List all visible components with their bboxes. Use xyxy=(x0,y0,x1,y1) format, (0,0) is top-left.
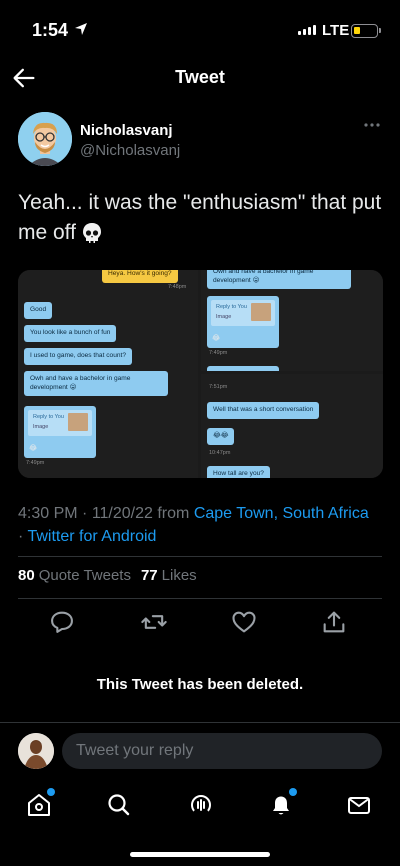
reply-title: Reply to You xyxy=(216,304,247,310)
chat-screenshot-right-bottom: 7:51pm Well that was a short conversatio… xyxy=(201,374,383,478)
network-label: LTE xyxy=(322,22,350,39)
reply-input[interactable] xyxy=(62,733,382,769)
my-avatar[interactable] xyxy=(18,733,54,769)
tweet-time: 4:30 PM xyxy=(18,505,78,522)
share-icon[interactable] xyxy=(320,608,348,636)
tweet-location-link[interactable]: Cape Town, South Africa xyxy=(194,505,369,522)
chat-reply-bubble: Reply to You Image 😂 xyxy=(24,406,96,458)
tab-search[interactable] xyxy=(104,790,134,820)
tweet-text: Yeah... it was the "enthusiasm" that put… xyxy=(18,188,384,248)
status-time: 1:54 xyxy=(32,20,69,40)
retweet-icon[interactable] xyxy=(140,608,168,636)
skull-icon xyxy=(82,223,101,244)
chat-screenshot-right-top: Owh and have a bachelor in game developm… xyxy=(201,270,383,371)
tweet-client-link[interactable]: Twitter for Android xyxy=(27,528,156,545)
chat-time: 7:48pm xyxy=(168,284,187,290)
chat-bubble: Owh and have a bachelor in game developm… xyxy=(24,371,168,396)
tab-messages[interactable] xyxy=(344,790,374,820)
tweet-stats: 80 Quote Tweets 77 Likes xyxy=(18,567,197,584)
reply-composer xyxy=(0,722,400,780)
reply-thumbnail xyxy=(68,413,88,431)
chat-emoji: 😂 xyxy=(212,335,221,342)
reply-thumbnail xyxy=(251,303,271,321)
divider xyxy=(18,556,382,557)
chat-bubble: How tall are you? xyxy=(207,466,270,478)
chat-emoji: 😂 xyxy=(29,445,38,452)
deleted-notice: This Tweet has been deleted. xyxy=(96,676,304,693)
author-name[interactable]: Nicholasvanj xyxy=(80,122,173,139)
tab-notifications[interactable] xyxy=(266,788,297,820)
tab-spaces[interactable] xyxy=(186,790,216,820)
tweet-meta: 4:30 PM · 11/20/22 from Cape Town, South… xyxy=(18,505,369,545)
quote-tweets-label: Quote Tweets xyxy=(38,567,131,584)
chat-bubble: 😂😂 xyxy=(207,428,235,445)
chat-time: 7:49pm xyxy=(26,460,45,466)
tweet-media[interactable]: Heya. How's it going? 7:48pm Good You lo… xyxy=(18,270,383,478)
chat-reply-bubble: Reply to You Image 😂 xyxy=(207,296,279,348)
notification-dot xyxy=(47,788,55,796)
page-title: Tweet xyxy=(175,67,225,87)
my-avatar-photo xyxy=(18,733,54,769)
chat-screenshot-left: Heya. How's it going? 7:48pm Good You lo… xyxy=(18,270,198,478)
chat-bubble: Owh and have a bachelor in game developm… xyxy=(207,270,351,289)
tweet-from: from xyxy=(157,505,190,522)
chat-bubble: You look like a bunch of fun xyxy=(24,325,117,342)
reply-sub: Image xyxy=(33,424,49,430)
status-bar: 1:54 LTE xyxy=(0,0,400,56)
reply-title: Reply to You xyxy=(33,414,64,420)
search-icon xyxy=(108,794,130,816)
home-indicator xyxy=(130,852,270,857)
battery-icon xyxy=(351,24,381,38)
chat-bubble: I used to game, does that count? xyxy=(24,348,133,365)
chat-time: 7:49pm xyxy=(209,350,228,356)
more-options-icon[interactable] xyxy=(362,120,382,130)
avatar-illustration xyxy=(18,112,72,166)
quote-tweets-stat[interactable]: 80 Quote Tweets xyxy=(18,567,131,584)
tweet-date: 11/20/22 xyxy=(91,505,153,522)
divider xyxy=(18,598,382,599)
spaces-icon xyxy=(191,795,211,816)
chat-time: 7:51pm xyxy=(209,384,228,390)
tab-home[interactable] xyxy=(24,788,55,820)
reply-sub: Image xyxy=(216,314,232,320)
like-heart-icon[interactable] xyxy=(230,608,258,636)
signal-icon xyxy=(298,25,316,35)
author-handle[interactable]: @Nicholasvanj xyxy=(80,142,180,159)
chat-bubble: Well that was a short conversation xyxy=(207,402,320,419)
chat-time: 10:47pm xyxy=(209,450,231,456)
mail-icon xyxy=(348,797,370,814)
reply-icon[interactable] xyxy=(48,608,76,636)
likes-stat[interactable]: 77 Likes xyxy=(141,567,197,584)
author-avatar[interactable] xyxy=(18,112,72,166)
location-arrow-icon xyxy=(75,23,87,35)
likes-count: 77 xyxy=(140,567,158,584)
likes-label: Likes xyxy=(161,567,197,584)
top-nav: Tweet xyxy=(0,56,400,100)
quote-tweets-count: 80 xyxy=(18,567,35,584)
tweet-body: Yeah... it was the "enthusiasm" that put… xyxy=(18,191,382,244)
chat-bubble: Good xyxy=(24,302,53,319)
chat-bubble-cut xyxy=(207,366,279,371)
chat-bubble: Heya. How's it going? xyxy=(102,270,178,283)
notification-dot xyxy=(289,788,297,796)
tweet-actions xyxy=(0,608,400,638)
